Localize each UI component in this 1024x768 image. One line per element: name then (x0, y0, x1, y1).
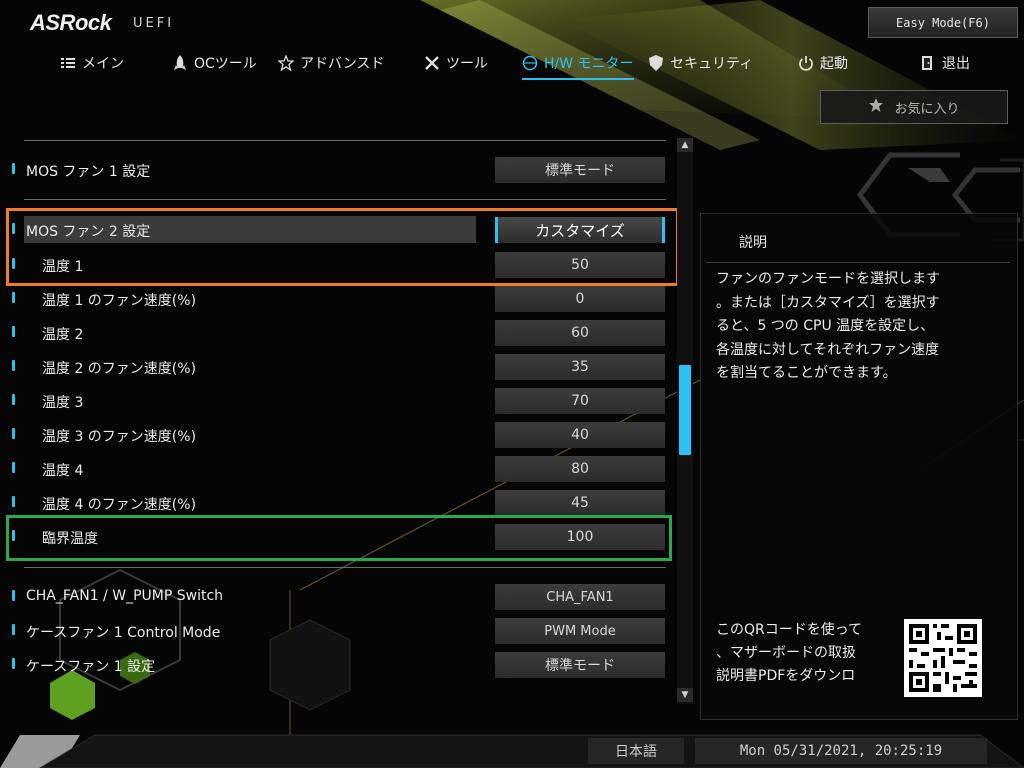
tab-boot-label: 起動 (820, 56, 848, 72)
tab-security[interactable]: セキュリティ (648, 52, 753, 74)
description-title: 説明 (739, 235, 767, 251)
setting-value[interactable]: 標準モード (495, 652, 665, 678)
qr-code-icon (904, 619, 982, 697)
setting-value[interactable]: CHA_FAN1 (495, 584, 665, 610)
setting-value[interactable]: 60 (495, 320, 665, 346)
rocket-icon (172, 55, 188, 71)
divider (24, 199, 666, 200)
tab-advanced-label: アドバンスド (300, 56, 385, 72)
setting-value[interactable]: 80 (495, 456, 665, 482)
bullet-marker (12, 658, 15, 669)
tab-tools-label: ツール (446, 56, 488, 72)
scroll-down-arrow-icon[interactable]: ▼ (677, 688, 693, 702)
green-highlight-box (6, 515, 672, 561)
setting-value[interactable]: 35 (495, 354, 665, 380)
setting-value[interactable]: 標準モード (495, 157, 665, 183)
description-line: 各温度に対してそれぞれファン速度 (716, 341, 940, 358)
setting-row[interactable]: 温度 3 のファン速度(%) 40 (0, 420, 670, 450)
main-nav: メイン OCツール アドバンスド ツール H/W モニター セキュリティ 起動 … (0, 52, 1024, 80)
tab-exit-label: 退出 (942, 56, 970, 72)
setting-row[interactable]: 温度 4 80 (0, 454, 670, 484)
divider (706, 262, 1010, 263)
setting-value[interactable]: 70 (495, 388, 665, 414)
qr-line: 、マザーボードの取扱 (716, 645, 856, 661)
tab-oc-tools[interactable]: OCツール (172, 52, 257, 74)
setting-label: 温度 4 (42, 463, 84, 479)
favorites-button[interactable]: お気に入り (820, 90, 1008, 124)
bullet-marker (12, 326, 15, 337)
bullet-marker (12, 462, 15, 473)
description-line: ると、5 つの CPU 温度を設定し、 (716, 318, 935, 334)
setting-row[interactable]: CHA_FAN1 / W_PUMP Switch CHA_FAN1 (0, 582, 670, 612)
bullet-marker (12, 428, 15, 439)
setting-row[interactable]: ケースファン 1 設定 標準モード (0, 650, 670, 680)
tab-advanced[interactable]: アドバンスド (278, 52, 384, 74)
tab-hw-monitor-label: H/W モニター (544, 56, 634, 72)
asrock-logo: ASRock (30, 10, 112, 35)
description-line: を割当てることができます。 (716, 365, 897, 381)
tab-main-label: メイン (82, 56, 124, 72)
shield-icon (648, 55, 664, 71)
setting-label: 温度 2 のファン速度(%) (42, 361, 197, 377)
setting-label: 温度 2 (42, 327, 84, 343)
list-icon (60, 55, 76, 71)
setting-row[interactable]: 温度 4 のファン速度(%) 45 (0, 488, 670, 518)
setting-value[interactable]: PWM Mode (495, 618, 665, 644)
description-text: ファンのファンモードを選択します 。または［カスタマイズ］を選択す ると、5 つ… (716, 268, 986, 386)
description-line: 。または［カスタマイズ］を選択す (716, 294, 940, 311)
setting-row[interactable]: ケースファン 1 Control Mode PWM Mode (0, 616, 670, 646)
bullet-marker (12, 624, 15, 635)
bullet-marker (12, 360, 15, 371)
uefi-label: UEFI (133, 16, 175, 31)
divider (24, 567, 666, 568)
bullet-marker (12, 163, 15, 174)
tab-exit[interactable]: 退出 (920, 52, 970, 74)
bullet-marker (12, 590, 15, 601)
power-icon (798, 55, 814, 71)
setting-row[interactable]: 温度 2 60 (0, 318, 670, 348)
tab-hw-monitor[interactable]: H/W モニター (522, 52, 634, 80)
tools-icon (424, 55, 440, 71)
bullet-marker (12, 496, 15, 507)
easy-mode-button[interactable]: Easy Mode(F6) (868, 7, 1018, 38)
setting-row[interactable]: 温度 1 のファン速度(%) 0 (0, 284, 670, 314)
exit-door-icon (920, 55, 936, 71)
bullet-marker (12, 394, 15, 405)
setting-row[interactable]: MOS ファン 1 設定 標準モード (0, 155, 670, 185)
star-outline-icon (278, 55, 294, 71)
setting-row[interactable]: 温度 3 70 (0, 386, 670, 416)
qr-line: 説明書PDFをダウンロ (716, 668, 856, 684)
datetime-display: Mon 05/31/2021, 20:25:19 (695, 738, 987, 764)
qr-description: このQRコードを使って 、マザーボードの取扱 説明書PDFをダウンロ (716, 619, 896, 688)
setting-row[interactable]: 温度 2 のファン速度(%) 35 (0, 352, 670, 382)
monitor-icon (522, 55, 538, 71)
setting-label: MOS ファン 1 設定 (26, 164, 151, 180)
qr-line: このQRコードを使って (716, 622, 863, 638)
description-line: ファンのファンモードを選択します (716, 271, 940, 287)
setting-label: 温度 1 のファン速度(%) (42, 293, 197, 309)
setting-label: ケースファン 1 設定 (26, 659, 156, 675)
tab-oc-tools-label: OCツール (194, 56, 257, 72)
scrollbar-thumb[interactable] (679, 365, 691, 455)
setting-value[interactable]: 0 (495, 286, 665, 312)
favorites-label: お気に入り (894, 101, 960, 117)
setting-value[interactable]: 40 (495, 422, 665, 448)
tab-security-label: セキュリティ (670, 56, 754, 72)
star-icon (868, 97, 884, 117)
setting-label: 温度 3 (42, 395, 84, 411)
tab-tools[interactable]: ツール (424, 52, 488, 74)
setting-label: ケースファン 1 Control Mode (26, 625, 221, 641)
divider (24, 140, 666, 141)
tab-main[interactable]: メイン (60, 52, 124, 74)
tab-boot[interactable]: 起動 (798, 52, 848, 74)
language-selector[interactable]: 日本語 (588, 738, 684, 764)
scroll-up-arrow-icon[interactable]: ▲ (677, 138, 693, 152)
bullet-marker (12, 292, 15, 303)
setting-value[interactable]: 45 (495, 490, 665, 516)
orange-highlight-box (6, 208, 679, 286)
setting-label: CHA_FAN1 / W_PUMP Switch (26, 588, 224, 604)
setting-label: 温度 3 のファン速度(%) (42, 429, 197, 445)
setting-label: 温度 4 のファン速度(%) (42, 497, 197, 513)
